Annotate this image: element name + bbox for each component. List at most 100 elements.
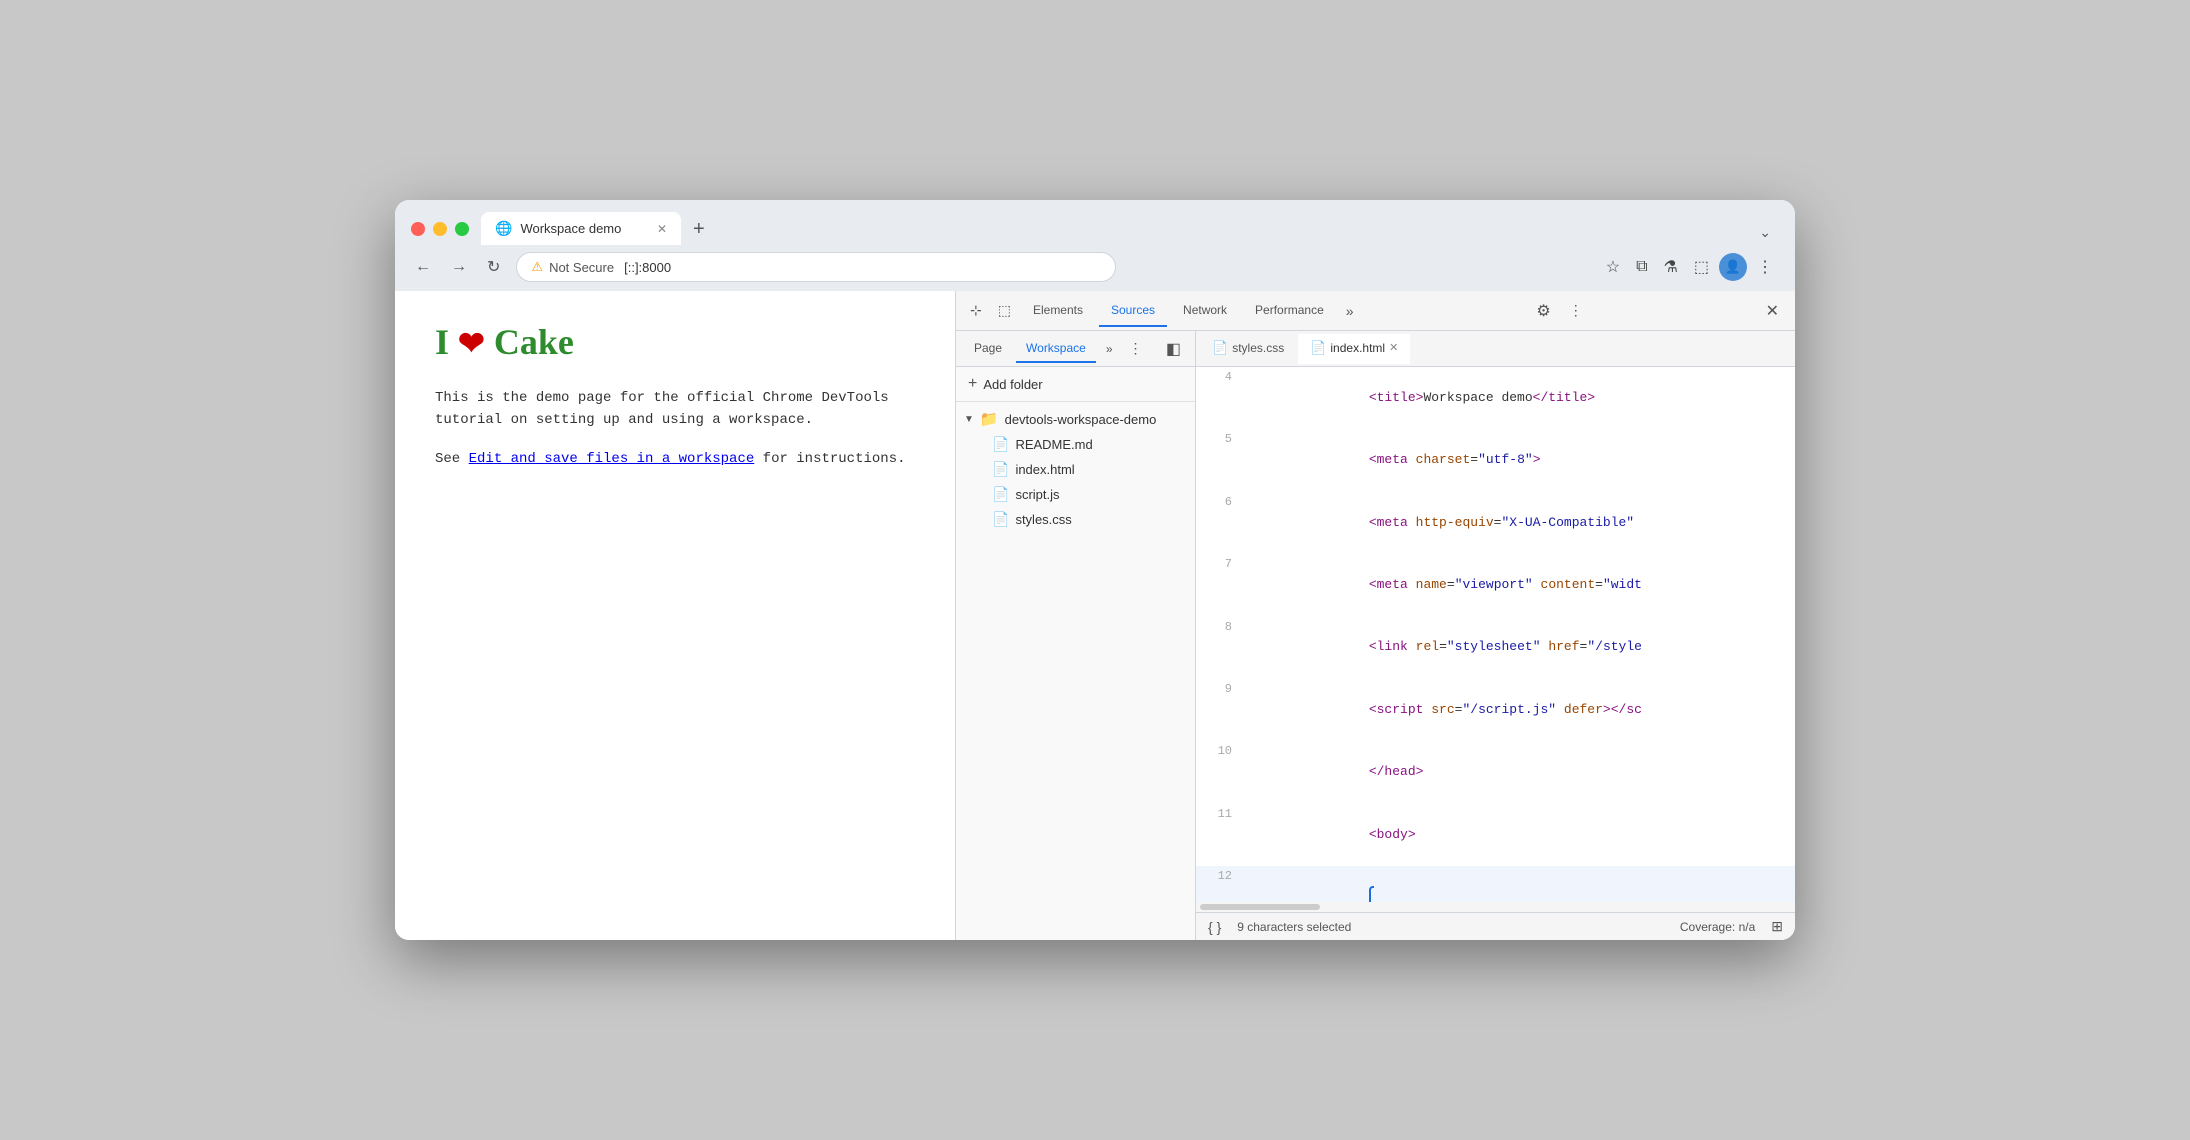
styles-tab-label: styles.css [1232, 341, 1284, 355]
index-file-name: index.html [1015, 462, 1074, 477]
code-line-7: 7 <meta name="viewport" content="widt [1196, 554, 1795, 616]
script-file-icon: 📄 [992, 486, 1009, 503]
code-line-8: 8 <link rel="stylesheet" href="/style [1196, 617, 1795, 679]
traffic-lights-row: 🌐 Workspace demo ✕ + ⌄ [411, 212, 1779, 245]
body2-prefix: See [435, 451, 469, 467]
sources-sidebar: Page Workspace » ⋮ ◧ + Add folder ▼ 📁 [956, 331, 1196, 940]
tab-chevron-icon[interactable]: ⌄ [1751, 220, 1779, 245]
address-bar: ← → ↻ ⚠ Not Secure [::]:8000 ☆ ⧉ ⚗ ⬚ 👤 ⋮ [395, 245, 1795, 291]
page-link[interactable]: Edit and save files in a workspace [469, 451, 755, 467]
title-bar: 🌐 Workspace demo ✕ + ⌄ [395, 200, 1795, 245]
code-tab-index[interactable]: 📄 index.html ✕ [1298, 334, 1410, 364]
nav-back-button[interactable]: ← [411, 254, 435, 280]
tab-bar: 🌐 Workspace demo ✕ + ⌄ [481, 212, 1779, 245]
devtools-panel: ⊹ ⬚ Elements Sources Network Performance… [955, 291, 1795, 940]
sidebar-icon[interactable]: ⬚ [1688, 251, 1715, 283]
address-input[interactable]: ⚠ Not Secure [::]:8000 [516, 252, 1116, 282]
coverage-label: Coverage: n/a [1680, 920, 1755, 934]
sources-tab-more[interactable]: » [1100, 338, 1119, 360]
page-heading: I ❤ Cake [435, 321, 915, 363]
traffic-light-fullscreen[interactable] [455, 222, 469, 236]
flask-icon[interactable]: ⚗ [1658, 251, 1684, 283]
index-tab-icon: 📄 [1310, 340, 1326, 356]
nav-refresh-button[interactable]: ↻ [483, 253, 504, 281]
body2-suffix: for instructions. [754, 451, 905, 467]
code-scrollbar[interactable] [1196, 902, 1795, 912]
devtools-device-icon[interactable]: ⬚ [992, 296, 1017, 325]
devtools-body: Page Workspace » ⋮ ◧ + Add folder ▼ 📁 [956, 331, 1795, 940]
tab-elements[interactable]: Elements [1021, 295, 1095, 327]
add-folder-label: Add folder [983, 377, 1042, 392]
readme-file-icon: 📄 [992, 436, 1009, 453]
page-paragraph-1: This is the demo page for the official C… [435, 387, 915, 432]
extensions-icon[interactable]: ⧉ [1630, 252, 1653, 282]
devtools-topbar: ⊹ ⬚ Elements Sources Network Performance… [956, 291, 1795, 331]
folder-icon: 📁 [980, 410, 999, 428]
page-paragraph-2: See Edit and save files in a workspace f… [435, 448, 915, 470]
nav-forward-button[interactable]: → [447, 254, 471, 280]
bookmark-icon[interactable]: ☆ [1600, 251, 1626, 283]
code-tabs: 📄 styles.css 📄 index.html ✕ [1196, 331, 1795, 367]
index-tab-label: index.html [1330, 341, 1385, 355]
address-url: [::]:8000 [624, 260, 671, 275]
sources-tab-menu-icon[interactable]: ⋮ [1123, 336, 1149, 361]
code-line-11: 11 <body> [1196, 804, 1795, 866]
code-line-10: 10 </head> [1196, 741, 1795, 803]
code-panel: 📄 styles.css 📄 index.html ✕ 4 [1196, 331, 1795, 940]
tree-file-script[interactable]: 📄 script.js [956, 482, 1195, 507]
add-folder-row[interactable]: + Add folder [956, 367, 1195, 402]
tab-network[interactable]: Network [1171, 295, 1239, 327]
styles-file-name: styles.css [1015, 512, 1071, 527]
tree-file-index[interactable]: 📄 index.html [956, 457, 1195, 482]
file-tree: ▼ 📁 devtools-workspace-demo 📄 README.md … [956, 402, 1195, 940]
code-line-4: 4 <title>Workspace demo</title> [1196, 367, 1795, 429]
heading-i: I [435, 322, 449, 362]
user-avatar[interactable]: 👤 [1719, 253, 1747, 281]
script-file-name: script.js [1015, 487, 1059, 502]
tab-close-button[interactable]: ✕ [657, 222, 667, 236]
tree-file-styles[interactable]: 📄 styles.css [956, 507, 1195, 532]
sources-tabs: Page Workspace » ⋮ ◧ [956, 331, 1195, 367]
code-line-5: 5 <meta charset="utf-8"> [1196, 429, 1795, 491]
devtools-close-button[interactable]: ✕ [1758, 297, 1787, 325]
scrollbar-thumb [1200, 904, 1320, 910]
tree-folder-devtools[interactable]: ▼ 📁 devtools-workspace-demo [956, 406, 1195, 432]
traffic-lights [411, 222, 469, 236]
code-editor[interactable]: 4 <title>Workspace demo</title> 5 <meta … [1196, 367, 1795, 902]
sources-collapse-button[interactable]: ◧ [1160, 335, 1187, 363]
folder-name: devtools-workspace-demo [1005, 412, 1157, 427]
code-tab-styles[interactable]: 📄 styles.css [1200, 334, 1296, 364]
readme-file-name: README.md [1015, 437, 1092, 452]
code-line-12: 12 <h1>I ♥ Cake</h1> [1196, 866, 1795, 902]
code-selection-box: <h1>I ♥ Cake</h1> [1244, 886, 1517, 902]
traffic-light-minimize[interactable] [433, 222, 447, 236]
chars-selected-label: 9 characters selected [1237, 920, 1664, 934]
heading-cake: Cake [494, 322, 574, 362]
tree-arrow-icon: ▼ [964, 414, 974, 425]
code-line-9: 9 <script src="/script.js" defer></sc [1196, 679, 1795, 741]
tab-performance[interactable]: Performance [1243, 295, 1336, 327]
new-tab-button[interactable]: + [685, 214, 713, 245]
browser-tab-active[interactable]: 🌐 Workspace demo ✕ [481, 212, 681, 245]
sources-tab-page[interactable]: Page [964, 335, 1012, 363]
format-icon[interactable]: { } [1208, 919, 1221, 935]
tree-file-readme[interactable]: 📄 README.md [956, 432, 1195, 457]
traffic-light-close[interactable] [411, 222, 425, 236]
sources-tab-workspace[interactable]: Workspace [1016, 335, 1096, 363]
devtools-more-tabs-icon[interactable]: » [1340, 297, 1360, 325]
code-tab-close-icon[interactable]: ✕ [1389, 341, 1398, 354]
toolbar-icons: ☆ ⧉ ⚗ ⬚ 👤 ⋮ [1600, 251, 1779, 283]
screenshot-icon[interactable]: ⊞ [1771, 918, 1783, 935]
main-area: I ❤ Cake This is the demo page for the o… [395, 291, 1795, 940]
browser-menu-icon[interactable]: ⋮ [1751, 251, 1779, 283]
tab-title: Workspace demo [520, 221, 649, 236]
index-file-icon: 📄 [992, 461, 1009, 478]
devtools-cursor-icon[interactable]: ⊹ [964, 296, 988, 325]
devtools-menu-icon[interactable]: ⋮ [1563, 296, 1589, 325]
devtools-statusbar: { } 9 characters selected Coverage: n/a … [1196, 912, 1795, 940]
devtools-settings-icon[interactable]: ⚙ [1528, 297, 1558, 325]
tab-sources[interactable]: Sources [1099, 295, 1167, 327]
page-content: I ❤ Cake This is the demo page for the o… [395, 291, 955, 940]
page-body: This is the demo page for the official C… [435, 387, 915, 470]
not-secure-label: Not Secure [549, 260, 614, 275]
